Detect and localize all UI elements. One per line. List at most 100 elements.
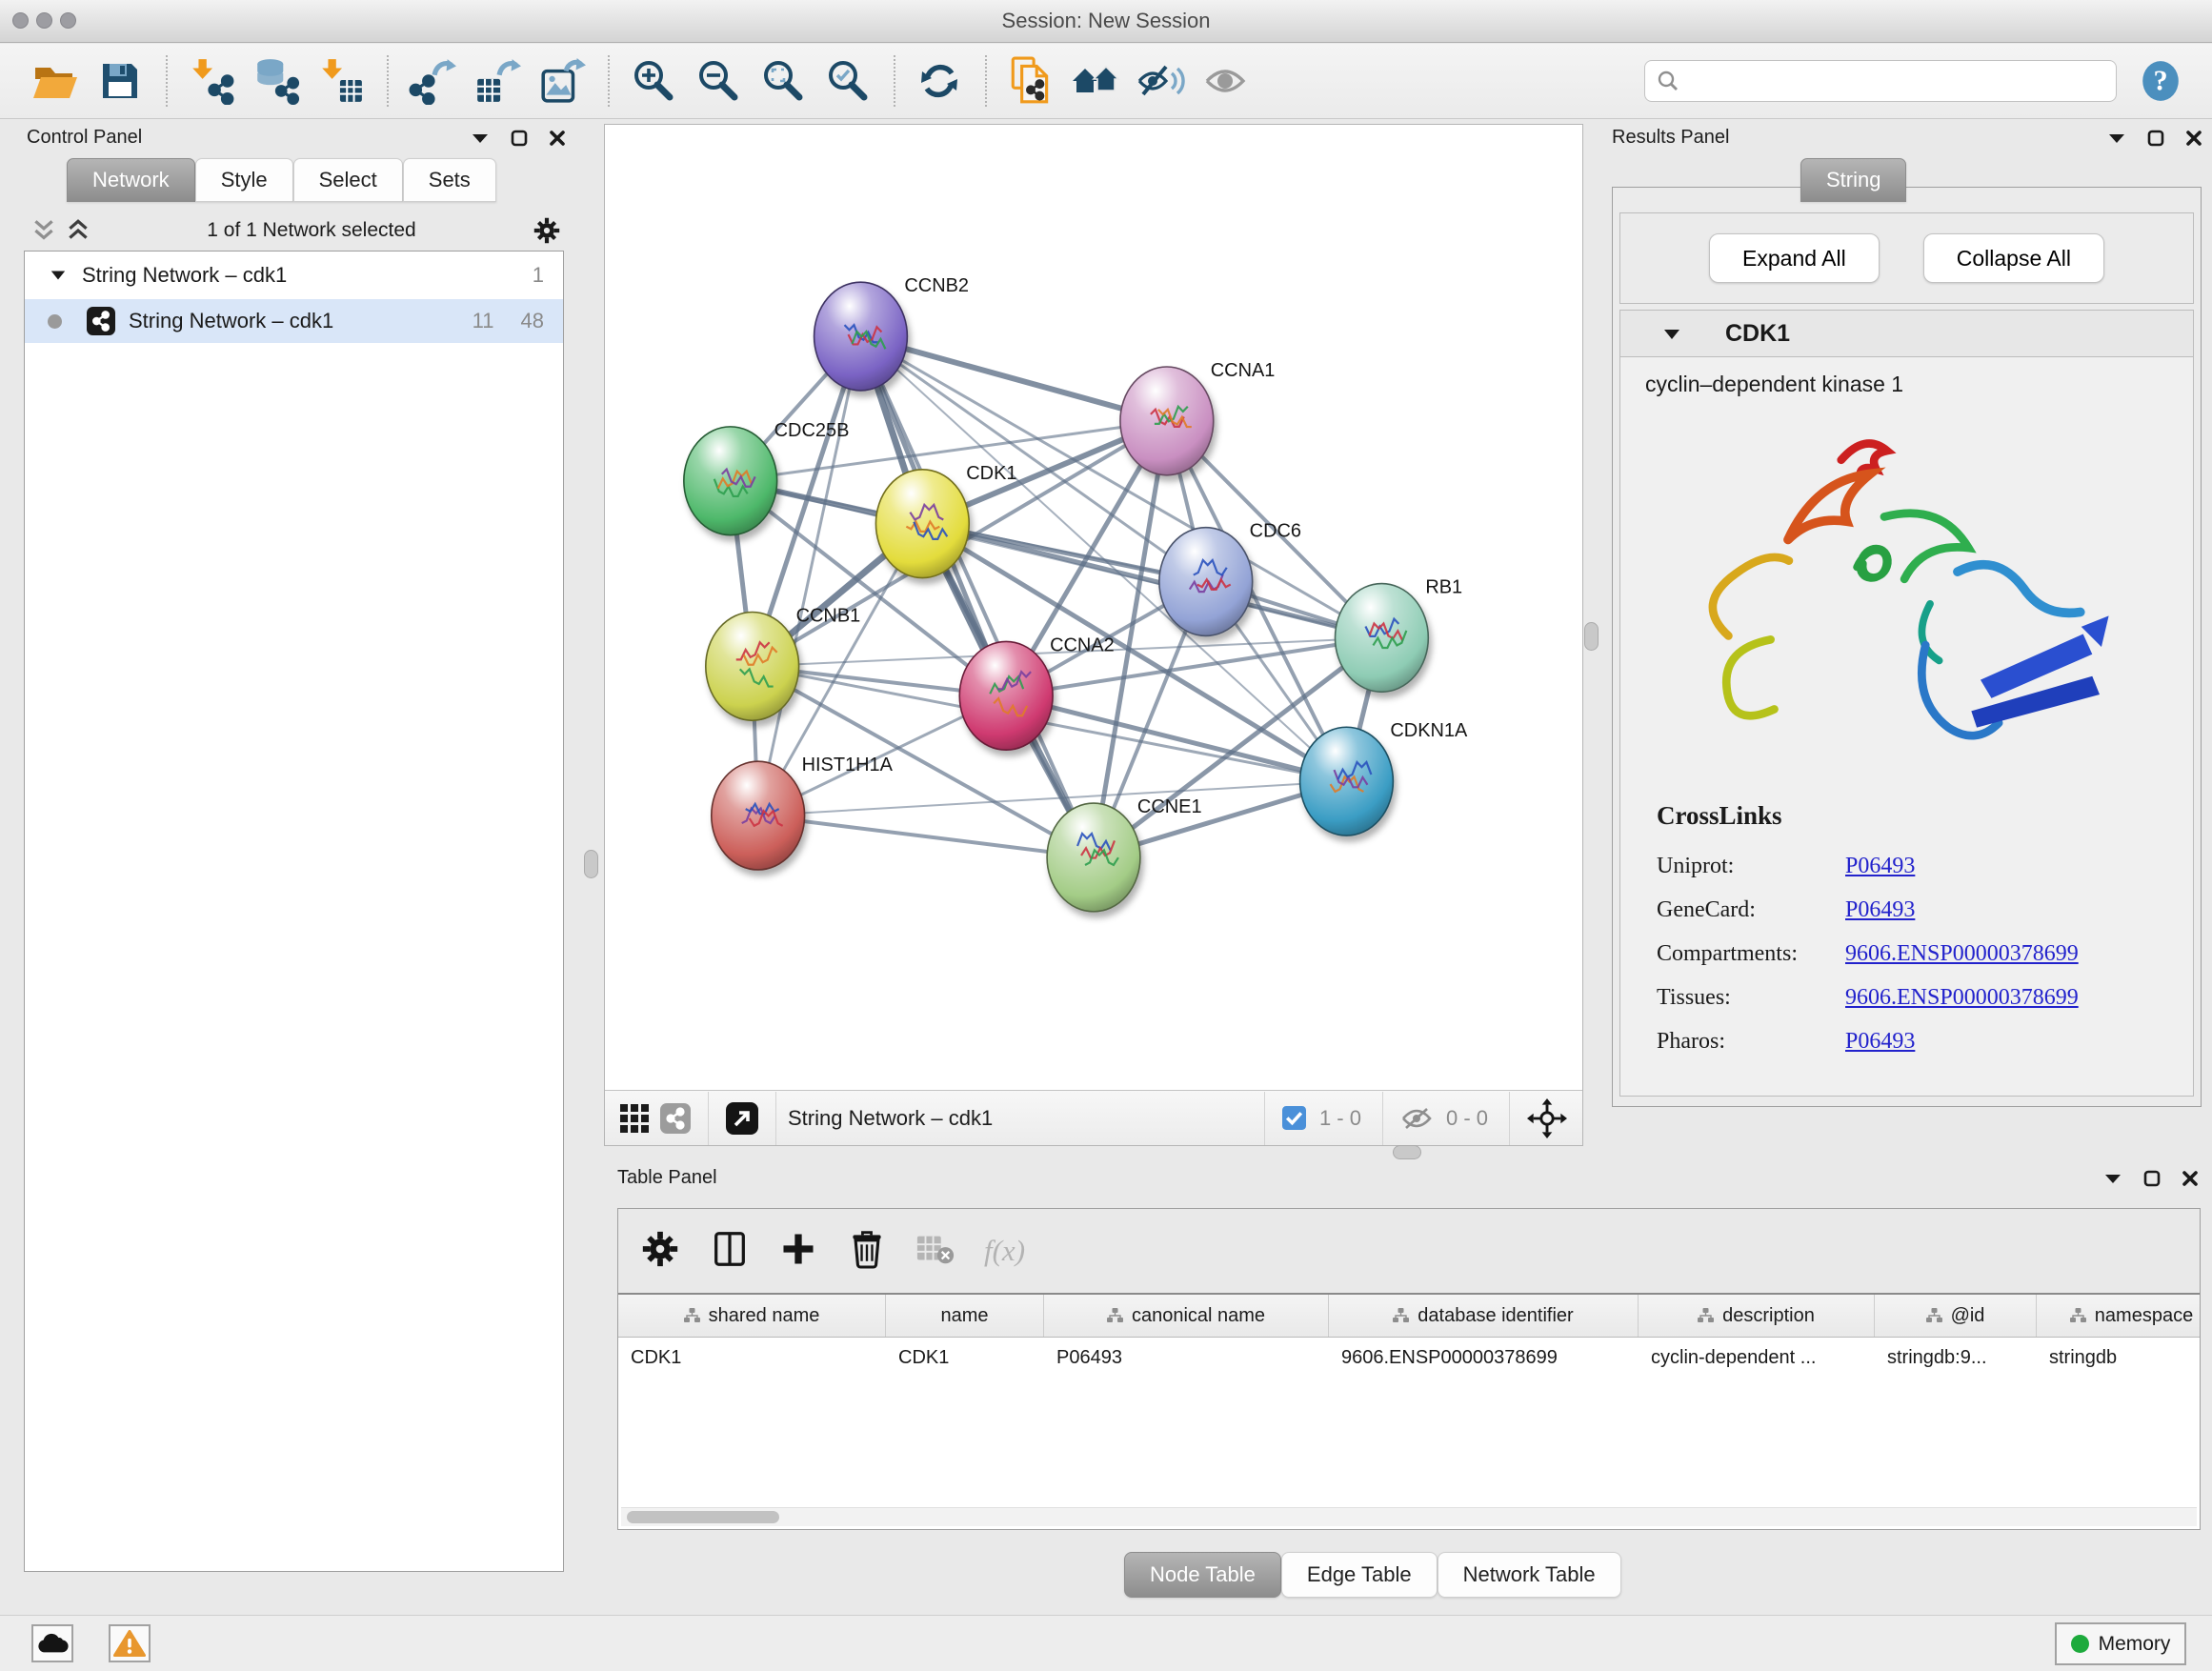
cloud-button[interactable] [31, 1624, 73, 1662]
tab-sets[interactable]: Sets [403, 158, 496, 202]
table-settings-button[interactable] [639, 1228, 681, 1275]
cell-database-identifier[interactable]: 9606.ENSP00000378699 [1329, 1338, 1639, 1378]
refresh-button[interactable] [913, 54, 966, 108]
column-header-namespace[interactable]: namespace [2037, 1295, 2200, 1337]
node-cdk1[interactable] [875, 470, 969, 578]
node-ccne1[interactable] [1047, 803, 1140, 912]
network-options-gear-icon[interactable] [532, 215, 562, 246]
cell-id[interactable]: stringdb:9... [1875, 1338, 2037, 1378]
hidden-indicator-button[interactable] [1400, 1105, 1433, 1132]
hide-graphics-details-button[interactable] [1134, 54, 1187, 108]
import-network-file-button[interactable] [185, 54, 238, 108]
zoom-in-button[interactable] [627, 54, 680, 108]
show-graphics-details-button[interactable] [1198, 54, 1252, 108]
panel-float-icon[interactable] [2147, 130, 2164, 147]
tab-network-table[interactable]: Network Table [1438, 1552, 1621, 1598]
column-header-canonical-name[interactable]: canonical name [1044, 1295, 1329, 1337]
network-row-selected[interactable]: String Network – cdk1 11 48 [25, 299, 563, 343]
column-header-id[interactable]: @id [1875, 1295, 2037, 1337]
section-expander-icon[interactable] [1662, 328, 1681, 341]
memory-button[interactable]: Memory [2055, 1622, 2186, 1665]
home-networks-button[interactable] [1069, 54, 1122, 108]
detach-view-button[interactable] [726, 1102, 758, 1135]
crosslink-link[interactable]: 9606.ENSP00000378699 [1845, 941, 2079, 967]
collapse-all-button[interactable]: Collapse All [1923, 233, 2104, 283]
grid-view-button[interactable] [620, 1104, 649, 1133]
import-network-database-button[interactable] [250, 54, 303, 108]
panel-float-icon[interactable] [2143, 1170, 2161, 1187]
node-hist1h1a[interactable] [712, 761, 805, 870]
node-cdc25b[interactable] [684, 427, 777, 535]
zoom-selected-button[interactable] [821, 54, 875, 108]
node-ccnb1[interactable] [706, 612, 799, 720]
panel-menu-icon[interactable] [471, 131, 490, 145]
panel-close-icon[interactable] [2185, 130, 2202, 147]
export-table-button[interactable] [471, 54, 524, 108]
import-table-file-button[interactable] [314, 54, 368, 108]
panel-close-icon[interactable] [549, 130, 566, 147]
crosslink-link[interactable]: 9606.ENSP00000378699 [1845, 985, 2079, 1011]
crosslink-link[interactable]: P06493 [1845, 897, 1915, 923]
warnings-button[interactable] [109, 1624, 151, 1662]
search-input[interactable] [1687, 70, 2104, 93]
node-cdkn1a[interactable] [1300, 727, 1394, 836]
edge-cdk1-rb1[interactable] [922, 524, 1381, 638]
panel-menu-icon[interactable] [2107, 131, 2126, 145]
edge-cdkn1a-hist1h1a[interactable] [758, 781, 1347, 815]
pan-mode-button[interactable] [1527, 1098, 1567, 1138]
create-column-button[interactable] [778, 1229, 818, 1274]
left-splitter-handle[interactable] [584, 850, 598, 878]
network-canvas[interactable]: CCNB2CCNA1CDC25BCDK1CDC6RB1CCNB1CCNA2CDK… [605, 125, 1582, 1091]
cell-shared-name[interactable]: CDK1 [618, 1338, 886, 1378]
table-data-row[interactable]: CDK1CDK1P064939606.ENSP00000378699cyclin… [618, 1338, 2200, 1378]
tab-string[interactable]: String [1800, 158, 1906, 202]
node-ccnb2[interactable] [814, 282, 908, 391]
scrollbar-thumb[interactable] [627, 1511, 779, 1523]
right-splitter-handle[interactable] [1584, 622, 1599, 651]
collection-expander-icon[interactable] [50, 269, 67, 282]
panel-menu-icon[interactable] [2103, 1172, 2122, 1185]
export-network-button[interactable] [406, 54, 459, 108]
crosslink-link[interactable]: P06493 [1845, 854, 1915, 879]
node-rb1[interactable] [1336, 584, 1429, 693]
selected-indicator-checkbox[interactable] [1282, 1106, 1306, 1130]
search-field[interactable] [1644, 60, 2117, 102]
tab-select[interactable]: Select [293, 158, 403, 202]
app-share-document-button[interactable] [1004, 54, 1057, 108]
column-header-database-identifier[interactable]: database identifier [1329, 1295, 1639, 1337]
tab-edge-table[interactable]: Edge Table [1281, 1552, 1438, 1598]
network-collection-row[interactable]: String Network – cdk1 1 [25, 252, 563, 299]
crosslink-link[interactable]: P06493 [1845, 1029, 1915, 1055]
zoom-out-button[interactable] [692, 54, 745, 108]
zoom-fit-button[interactable] [756, 54, 810, 108]
edge-ccnb2-ccne1[interactable] [860, 336, 1094, 857]
cell-description[interactable]: cyclin-dependent ... [1639, 1338, 1875, 1378]
panel-float-icon[interactable] [511, 130, 528, 147]
panel-close-icon[interactable] [2182, 1170, 2199, 1187]
delete-columns-button[interactable] [847, 1227, 887, 1276]
string-view-button[interactable] [660, 1103, 691, 1134]
node-cdc6[interactable] [1159, 528, 1253, 636]
node-ccna1[interactable] [1120, 367, 1214, 475]
gene-section-header[interactable]: CDK1 [1620, 311, 2193, 357]
tab-node-table[interactable]: Node Table [1124, 1552, 1281, 1598]
help-button[interactable]: ? [2138, 58, 2183, 104]
edge-ccnb2-hist1h1a[interactable] [758, 336, 861, 815]
bottom-splitter-handle[interactable] [1393, 1145, 1421, 1159]
column-header-name[interactable]: name [886, 1295, 1044, 1337]
edge-hist1h1a-ccne1[interactable] [758, 815, 1094, 857]
column-header-shared-name[interactable]: shared name [618, 1295, 886, 1337]
tab-style[interactable]: Style [195, 158, 293, 202]
cell-namespace[interactable]: stringdb [2037, 1338, 2200, 1378]
show-columns-button[interactable] [710, 1228, 750, 1275]
export-image-button[interactable] [535, 54, 589, 108]
open-session-button[interactable] [29, 54, 82, 108]
node-ccna2[interactable] [959, 641, 1053, 750]
collapse-all-icon[interactable] [30, 217, 57, 244]
expand-all-icon[interactable] [65, 217, 91, 244]
expand-all-button[interactable]: Expand All [1709, 233, 1880, 283]
table-horizontal-scrollbar[interactable] [621, 1507, 2197, 1526]
save-session-button[interactable] [93, 54, 147, 108]
column-header-description[interactable]: description [1639, 1295, 1875, 1337]
cell-canonical-name[interactable]: P06493 [1044, 1338, 1329, 1378]
